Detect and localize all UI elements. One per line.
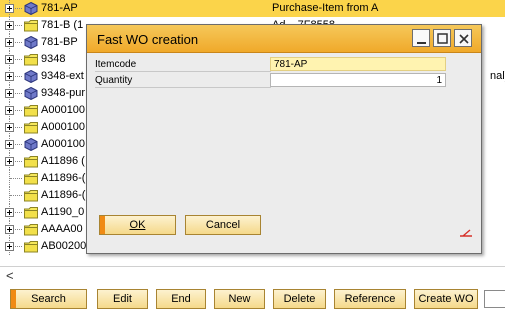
cube-icon: [24, 87, 38, 100]
cancel-button[interactable]: Cancel: [185, 215, 261, 235]
maximize-icon: [437, 33, 448, 44]
new-button-label: New: [228, 293, 251, 305]
reference-button-label: Reference: [344, 293, 396, 305]
cube-icon: [24, 70, 38, 83]
tree-item-description: Purchase-Item from A: [272, 2, 379, 14]
dialog-title: Fast WO creation: [97, 32, 199, 47]
ok-button[interactable]: OK: [99, 215, 176, 235]
expand-icon[interactable]: [5, 242, 14, 251]
tree-item-label: A11896-(: [41, 172, 86, 184]
new-button[interactable]: New: [214, 289, 265, 309]
create-wo-button-label: Create WO: [418, 293, 474, 305]
tree-row[interactable]: 781-AP Purchase-Item from A: [0, 0, 505, 17]
edit-button[interactable]: Edit: [97, 289, 148, 309]
minimize-button[interactable]: [412, 29, 430, 47]
expand-icon[interactable]: [5, 21, 14, 30]
close-icon: [459, 34, 469, 44]
search-button[interactable]: Search: [10, 289, 87, 309]
expand-icon[interactable]: [5, 225, 14, 234]
end-button-label: End: [171, 293, 191, 305]
horizontal-scrollbar[interactable]: <: [0, 266, 505, 284]
expand-icon[interactable]: [5, 157, 14, 166]
extra-input-field[interactable]: [484, 290, 505, 308]
folder-icon: [24, 224, 38, 236]
column-text-fragment: nal): [490, 70, 505, 82]
search-button-label: Search: [31, 293, 66, 305]
folder-icon: [24, 54, 38, 66]
cube-icon: [24, 36, 38, 49]
create-wo-button[interactable]: Create WO: [414, 289, 478, 309]
tree-branch-line: [10, 195, 22, 196]
bottom-toolbar: Search Edit End New Delete Reference Cre…: [0, 285, 505, 321]
expand-icon[interactable]: [5, 140, 14, 149]
maximize-button[interactable]: [433, 29, 451, 47]
folder-icon: [24, 156, 38, 168]
minimize-icon: [417, 42, 426, 44]
tree-item-label: A1190_0: [41, 206, 85, 218]
end-button[interactable]: End: [156, 289, 206, 309]
itemcode-label: Itemcode: [95, 58, 271, 72]
expand-icon[interactable]: [5, 89, 14, 98]
delete-button-label: Delete: [283, 293, 316, 305]
dialog-titlebar[interactable]: Fast WO creation: [87, 25, 481, 53]
expand-icon[interactable]: [5, 208, 14, 217]
quantity-label: Quantity: [95, 74, 271, 88]
tree-item-label: A000100: [41, 138, 86, 150]
tree-item-label: 781-B (1: [41, 19, 84, 31]
expand-icon[interactable]: [5, 38, 14, 47]
fast-wo-dialog: Fast WO creation Itemcode 781-AP Quantit…: [86, 24, 482, 254]
cube-icon: [24, 2, 38, 15]
quantity-field[interactable]: 1: [270, 73, 446, 87]
folder-icon: [24, 20, 38, 32]
tree-item-label: A000100: [41, 121, 86, 133]
edit-button-label: Edit: [113, 293, 132, 305]
tree-item-label: 9348: [41, 53, 66, 65]
cube-icon: [24, 138, 38, 151]
tree-item-label: AAAA00: [41, 223, 83, 235]
itemcode-field[interactable]: 781-AP: [270, 57, 446, 71]
folder-icon: [24, 207, 38, 219]
tree-item-label: A11896-(: [41, 189, 86, 201]
tree-item-label: 781-AP: [41, 2, 78, 14]
tree-branch-line: [10, 178, 22, 179]
tree-item-label: 9348-ext: [41, 70, 84, 82]
folder-icon: [24, 105, 38, 117]
resize-grip-icon: [460, 229, 472, 237]
expand-icon[interactable]: [5, 55, 14, 64]
tree-item-label: A11896 (: [41, 155, 85, 167]
tree-item-label: 9348-pur: [41, 87, 86, 99]
expand-icon[interactable]: [5, 106, 14, 115]
folder-icon: [24, 122, 38, 134]
reference-button[interactable]: Reference: [334, 289, 406, 309]
folder-icon: [24, 173, 38, 185]
cancel-button-label: Cancel: [205, 219, 241, 231]
expand-icon[interactable]: [5, 72, 14, 81]
tree-item-label: AB00200: [41, 240, 87, 252]
close-button[interactable]: [454, 29, 472, 47]
tree-item-label: 781-BP: [41, 36, 78, 48]
folder-icon: [24, 190, 38, 202]
expand-icon[interactable]: [5, 123, 14, 132]
tree-item-label: A000100: [41, 104, 86, 116]
ok-button-label: OK: [129, 219, 146, 231]
delete-button[interactable]: Delete: [273, 289, 326, 309]
scroll-left-arrow[interactable]: <: [6, 268, 14, 283]
expand-icon[interactable]: [5, 4, 14, 13]
folder-icon: [24, 241, 38, 253]
